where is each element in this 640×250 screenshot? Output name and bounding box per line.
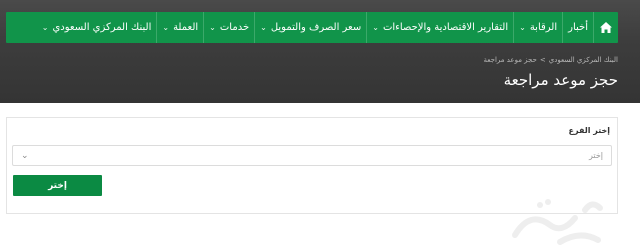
nav-item-label: التقارير الاقتصادية والإحصاءات <box>382 22 509 33</box>
nav-item-label: البنك المركزي السعودي <box>52 22 152 33</box>
nav-item-label: العملة <box>173 22 199 33</box>
choose-button[interactable]: إختر <box>13 175 102 196</box>
page-title: حجز موعد مراجعة <box>503 71 618 89</box>
page-header: أخبار الرقابة ⌄ التقارير الاقتصادية والإ… <box>0 0 640 103</box>
nav-item-central-bank[interactable]: البنك المركزي السعودي ⌄ <box>37 12 157 43</box>
nav-item-currency[interactable]: العملة ⌄ <box>156 12 203 43</box>
nav-item-label: خدمات <box>219 22 250 33</box>
nav-item-label: أخبار <box>568 22 588 33</box>
chevron-down-icon: ⌄ <box>21 150 29 161</box>
nav-item-supervision[interactable]: الرقابة ⌄ <box>513 12 562 43</box>
branch-field-label: إختر الفرع <box>568 126 610 135</box>
breadcrumb-separator: > <box>539 56 546 64</box>
main-navbar: أخبار الرقابة ⌄ التقارير الاقتصادية والإ… <box>6 12 618 43</box>
chevron-down-icon: ⌄ <box>209 23 216 32</box>
nav-item-label: الرقابة <box>529 22 558 33</box>
chevron-down-icon: ⌄ <box>372 23 379 32</box>
breadcrumb-home-link[interactable]: البنك المركزي السعودي <box>549 56 618 64</box>
home-icon <box>600 22 612 33</box>
chevron-down-icon: ⌄ <box>260 23 267 32</box>
chevron-down-icon: ⌄ <box>41 23 49 32</box>
nav-home-button[interactable] <box>593 12 618 43</box>
nav-item-services[interactable]: خدمات ⌄ <box>203 12 254 43</box>
chevron-down-icon: ⌄ <box>519 23 526 32</box>
branch-select-value: إختر <box>589 151 603 160</box>
branch-select[interactable]: إختر ⌄ <box>12 145 612 166</box>
breadcrumb-current: حجز موعد مراجعة <box>483 56 537 64</box>
logo-watermark <box>512 199 603 245</box>
nav-item-label: سعر الصرف والتمويل <box>270 22 362 33</box>
chevron-down-icon: ⌄ <box>162 23 170 32</box>
nav-item-economic-reports[interactable]: التقارير الاقتصادية والإحصاءات ⌄ <box>366 12 513 43</box>
nav-item-news[interactable]: أخبار <box>562 12 593 43</box>
breadcrumb: البنك المركزي السعودي>حجز موعد مراجعة <box>484 56 619 64</box>
nav-item-exchange-rate[interactable]: سعر الصرف والتمويل ⌄ <box>254 12 366 43</box>
